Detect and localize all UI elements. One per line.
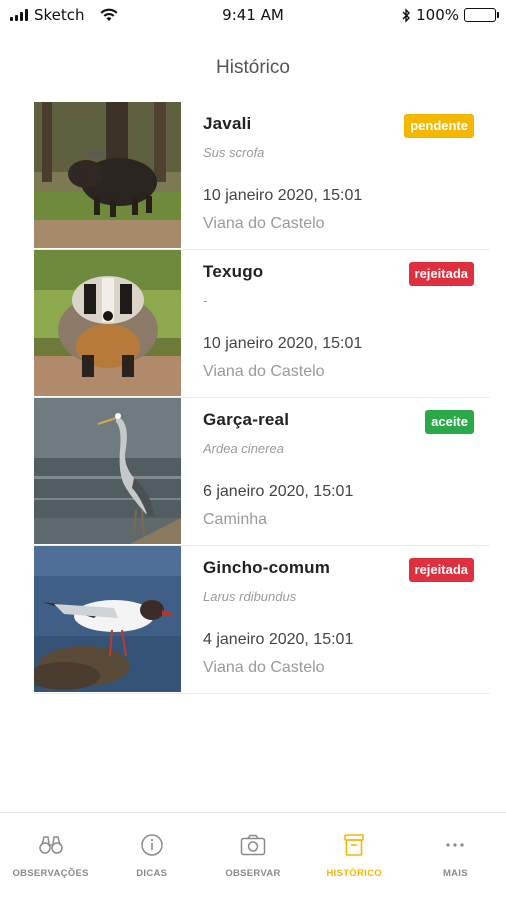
observation-location: Caminha <box>203 511 268 528</box>
species-name: Gincho-comum <box>203 558 331 577</box>
observation-location: Viana do Castelo <box>203 215 325 232</box>
more-icon <box>442 833 468 857</box>
tab-label: OBSERVAR <box>225 868 281 879</box>
scientific-name: Larus rdibundus <box>203 589 297 604</box>
list-item[interactable]: Garça-real aceite Ardea cinerea 6 janeir… <box>34 398 490 546</box>
status-badge: pendente <box>404 114 474 138</box>
list-item[interactable]: Gincho-comum rejeitada Larus rdibundus 4… <box>34 546 490 694</box>
list-item[interactable]: Javali pendente Sus scrofa 10 janeiro 20… <box>34 102 490 250</box>
binoculars-icon <box>38 833 64 857</box>
bottom-tab-bar: OBSERVAÇÕES DICAS OBSERVAR HISTÓRICO MAI… <box>0 812 506 900</box>
observation-date: 10 janeiro 2020, 15:01 <box>203 187 363 204</box>
list-item[interactable]: Texugo rejeitada - 10 janeiro 2020, 15:0… <box>34 250 490 398</box>
tab-observar[interactable]: OBSERVAR <box>202 813 303 900</box>
page-title: Histórico <box>216 57 290 78</box>
species-name: Garça-real <box>203 410 290 429</box>
archive-icon <box>341 833 367 857</box>
tab-mais[interactable]: MAIS <box>405 813 506 900</box>
observation-location: Viana do Castelo <box>203 363 325 380</box>
tab-label: HISTÓRICO <box>326 868 382 879</box>
species-name: Texugo <box>203 262 264 281</box>
tab-dicas[interactable]: DICAS <box>101 813 202 900</box>
tab-historico[interactable]: HISTÓRICO <box>304 813 405 900</box>
tab-label: MAIS <box>442 868 468 879</box>
wild-boar-photo <box>34 102 181 248</box>
battery-icon <box>464 8 499 22</box>
scientific-name: - <box>203 293 208 308</box>
scientific-name: Sus scrofa <box>203 145 265 160</box>
gull-photo <box>34 546 181 692</box>
badger-photo <box>34 250 181 396</box>
observation-location: Viana do Castelo <box>203 659 325 676</box>
status-badge: rejeitada <box>408 262 474 286</box>
info-icon <box>139 833 165 857</box>
status-bar-right: 100% <box>401 6 499 24</box>
status-badge: rejeitada <box>408 558 474 582</box>
camera-icon <box>240 833 266 857</box>
observation-date: 10 janeiro 2020, 15:01 <box>203 335 363 352</box>
status-badge: aceite <box>425 410 474 434</box>
observation-date: 6 janeiro 2020, 15:01 <box>203 483 354 500</box>
tab-label: OBSERVAÇÕES <box>12 868 89 879</box>
scientific-name: Ardea cinerea <box>203 441 284 456</box>
status-bar: Sketch 9:41 AM 100% <box>0 0 506 30</box>
tab-label: DICAS <box>136 868 168 879</box>
observation-list: Javali pendente Sus scrofa 10 janeiro 20… <box>34 102 490 694</box>
species-name: Javali <box>203 114 252 133</box>
grey-heron-photo <box>34 398 181 544</box>
battery-percentage: 100% <box>416 6 459 24</box>
tab-observacoes[interactable]: OBSERVAÇÕES <box>0 813 101 900</box>
observation-date: 4 janeiro 2020, 15:01 <box>203 631 354 648</box>
bluetooth-icon <box>401 7 411 23</box>
